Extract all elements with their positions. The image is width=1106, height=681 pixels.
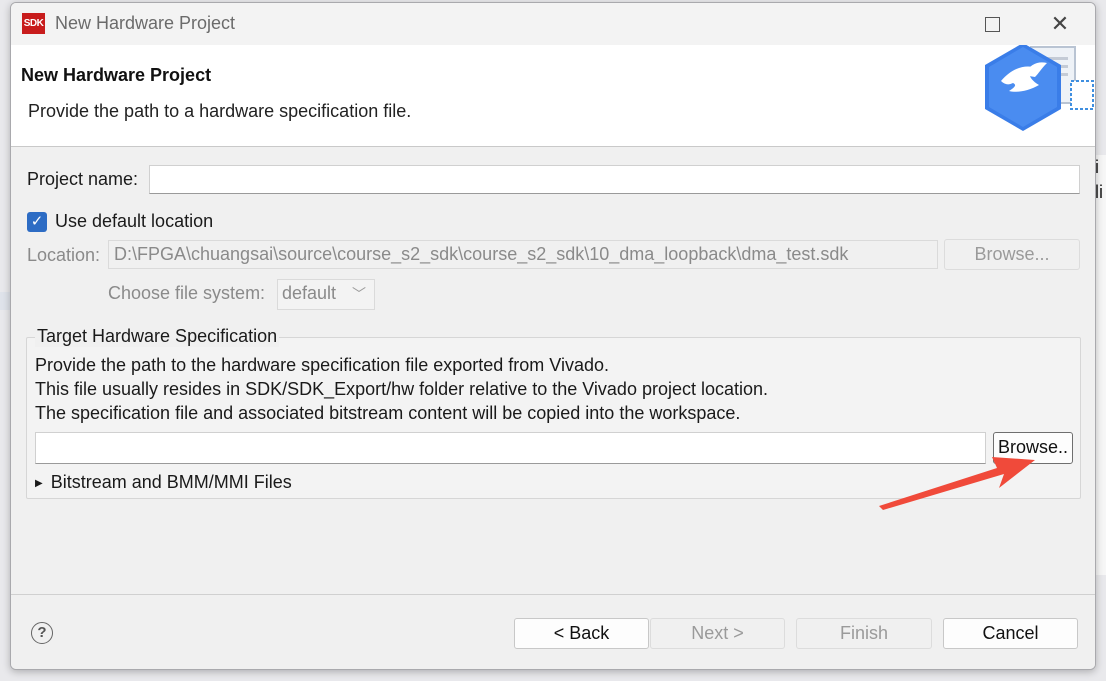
expander-label: Bitstream and BMM/MMI Files bbox=[50, 472, 292, 492]
use-default-location-checkbox[interactable]: ✓ bbox=[27, 212, 47, 232]
spec-browse-button[interactable]: Browse.. bbox=[993, 432, 1073, 464]
spec-help-line-2: This file usually resides in SDK/SDK_Exp… bbox=[35, 379, 769, 399]
background-text: li bbox=[1095, 182, 1103, 202]
sdk-logo-icon: SDK bbox=[22, 13, 45, 34]
location-input[interactable]: D:\FPGA\chuangsai\source\course_s2_sdk\c… bbox=[108, 240, 938, 269]
new-hardware-project-dialog: SDK New Hardware Project ✕ New Hardware … bbox=[10, 2, 1096, 670]
spec-path-input[interactable] bbox=[35, 432, 986, 464]
spec-help-line-3: The specification file and associated bi… bbox=[35, 403, 741, 423]
background-text: i bbox=[1095, 157, 1099, 177]
back-button[interactable]: < Back bbox=[514, 618, 649, 649]
file-system-label: Choose file system: bbox=[108, 283, 266, 303]
bird-logo-icon bbox=[985, 45, 1094, 131]
finish-button[interactable]: Finish bbox=[796, 618, 932, 649]
location-browse-button[interactable]: Browse... bbox=[944, 239, 1080, 270]
background-window-edge bbox=[0, 292, 10, 310]
expand-triangle-icon: ▶ bbox=[35, 478, 43, 489]
wizard-banner: New Hardware Project Provide the path to… bbox=[11, 45, 1095, 147]
window-title: New Hardware Project bbox=[55, 13, 236, 33]
maximize-icon[interactable] bbox=[977, 11, 1007, 37]
bitstream-files-expander[interactable]: ▶ Bitstream and BMM/MMI Files bbox=[35, 472, 292, 493]
project-name-input[interactable] bbox=[149, 165, 1080, 194]
help-icon[interactable]: ? bbox=[31, 622, 53, 644]
spec-help-line-1: Provide the path to the hardware specifi… bbox=[35, 355, 609, 375]
wizard-page-description: Provide the path to a hardware specifica… bbox=[28, 101, 412, 121]
wizard-content: Project name: ✓ Use default location Loc… bbox=[11, 148, 1095, 594]
chevron-down-icon: ﹀ bbox=[352, 286, 366, 302]
title-bar: SDK New Hardware Project ✕ bbox=[11, 3, 1095, 45]
cancel-button[interactable]: Cancel bbox=[943, 618, 1078, 649]
file-system-value: default bbox=[282, 283, 337, 303]
next-button[interactable]: Next > bbox=[650, 618, 785, 649]
group-title: Target Hardware Specification bbox=[35, 326, 280, 347]
target-hardware-specification-group: Target Hardware Specification Provide th… bbox=[26, 326, 1081, 499]
file-system-select[interactable]: default ﹀ bbox=[277, 279, 375, 310]
wizard-page-title: New Hardware Project bbox=[21, 65, 212, 85]
location-label: Location: bbox=[27, 245, 101, 265]
project-name-label: Project name: bbox=[27, 169, 139, 189]
wizard-footer: ? < Back Next > Finish Cancel bbox=[11, 594, 1095, 669]
close-icon[interactable]: ✕ bbox=[1045, 11, 1075, 37]
use-default-location-label: Use default location bbox=[55, 211, 214, 231]
